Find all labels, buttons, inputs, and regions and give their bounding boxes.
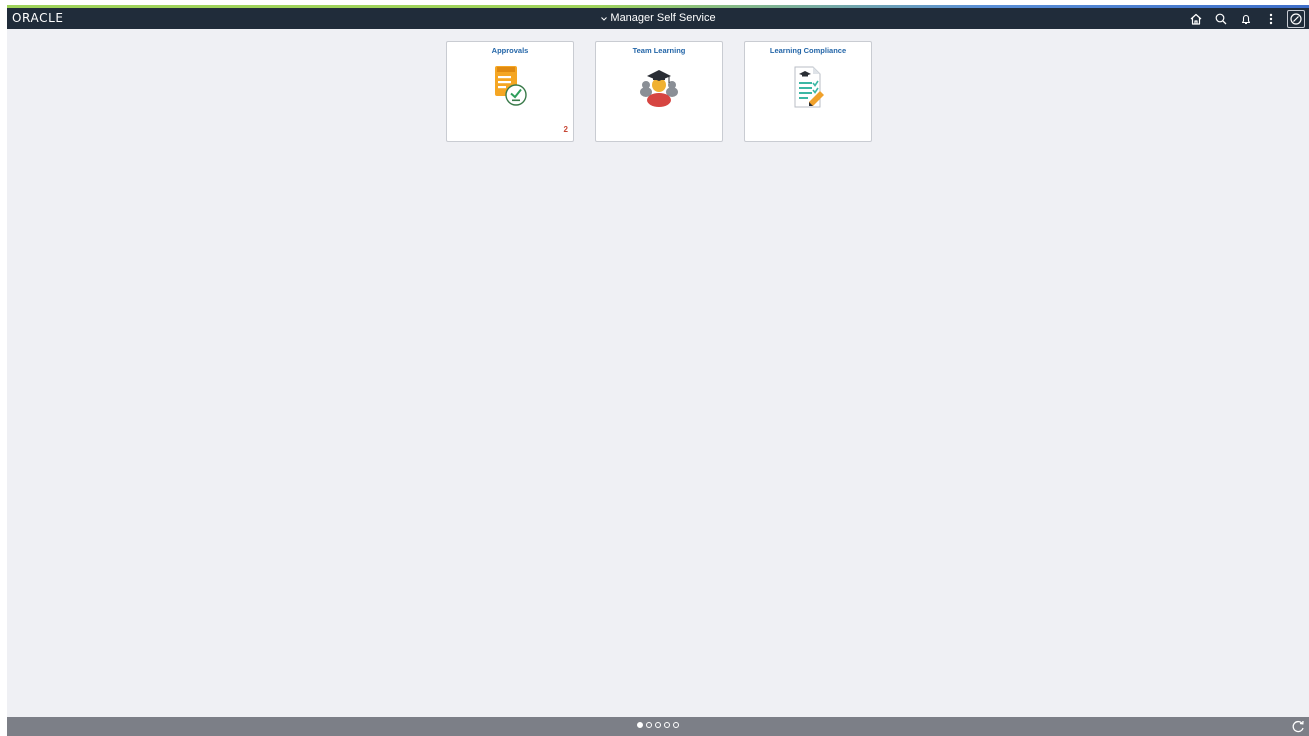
notifications-button[interactable] — [1237, 10, 1255, 28]
search-button[interactable] — [1212, 10, 1230, 28]
header-bar: ORACLE Manager Self Service — [7, 8, 1309, 29]
page-indicator — [7, 722, 1309, 728]
team-learning-icon — [640, 70, 678, 107]
page-dot-3[interactable] — [655, 722, 661, 728]
tile-icon-wrap — [596, 65, 722, 109]
footer-bar — [7, 717, 1309, 736]
page-dot-4[interactable] — [664, 722, 670, 728]
tile-badge-count: 2 — [563, 125, 568, 134]
chevron-down-icon — [601, 16, 608, 21]
tile-team-learning[interactable]: Team Learning — [595, 41, 723, 142]
tile-title: Learning Compliance — [769, 46, 847, 55]
tile-icon-wrap — [745, 65, 871, 109]
actions-menu-button[interactable] — [1262, 10, 1280, 28]
tile-title: Team Learning — [632, 46, 686, 55]
home-button[interactable] — [1187, 10, 1205, 28]
tile-icon-wrap — [447, 65, 573, 109]
page-dot-2[interactable] — [646, 722, 652, 728]
tile-learning-compliance[interactable]: Learning Compliance — [744, 41, 872, 142]
page-dot-5[interactable] — [673, 722, 679, 728]
learning-compliance-icon — [794, 66, 824, 108]
tile-grid: Approvals 2 Team Learning Learning Compl… — [446, 41, 872, 142]
navbar-button[interactable] — [1287, 9, 1305, 28]
navbar-compass-icon — [1290, 12, 1302, 25]
header-actions — [1187, 9, 1305, 28]
page-title-wrap: Manager Self Service — [7, 11, 1309, 28]
more-options-icon — [1269, 13, 1273, 24]
page-dot-1[interactable] — [637, 722, 643, 728]
home-icon — [1190, 13, 1202, 25]
tile-approvals[interactable]: Approvals 2 — [446, 41, 574, 142]
refresh-icon[interactable] — [1291, 719, 1306, 734]
search-icon — [1215, 13, 1227, 24]
page-frame: ORACLE Manager Self Service Approvals 2 … — [7, 5, 1309, 736]
bell-icon — [1241, 14, 1251, 24]
approvals-icon — [495, 66, 527, 106]
tile-title: Approvals — [491, 46, 529, 55]
homepage-selector[interactable]: Manager Self Service — [600, 11, 716, 26]
page-title: Manager Self Service — [610, 12, 716, 24]
